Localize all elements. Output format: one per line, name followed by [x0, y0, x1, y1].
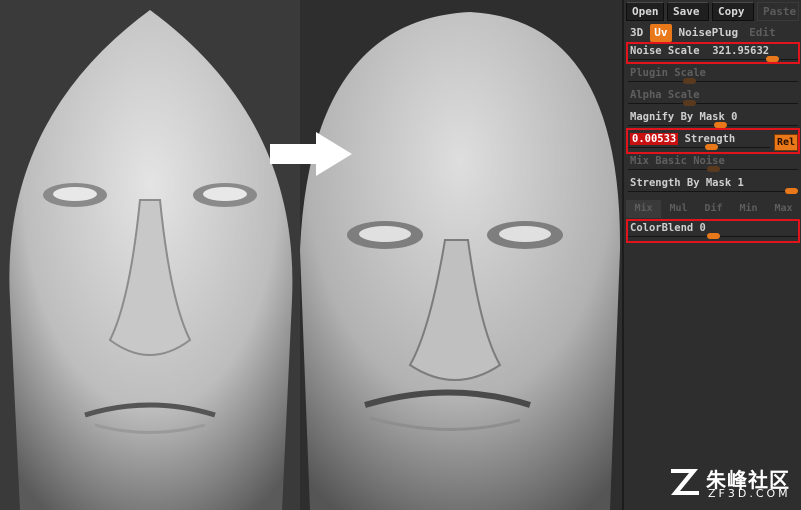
strength-by-mask-label: Strength By Mask 1	[630, 177, 744, 189]
arrow-right-icon	[268, 130, 354, 182]
strength-by-mask-slider[interactable]: Strength By Mask 1	[628, 176, 798, 198]
slider-handle[interactable]	[683, 100, 696, 106]
blend-mode-mix[interactable]: Mix	[626, 200, 661, 218]
strength-value: 0.00533	[630, 133, 679, 145]
slider-handle[interactable]	[707, 166, 720, 172]
blend-mode-min[interactable]: Min	[731, 200, 766, 218]
slider-handle[interactable]	[707, 233, 720, 239]
slider-handle[interactable]	[766, 56, 779, 62]
blend-mode-max[interactable]: Max	[766, 200, 801, 218]
slider-handle[interactable]	[705, 144, 718, 150]
brand-logo-icon	[671, 469, 699, 495]
strength-label: 0.00533 Strength	[630, 133, 736, 145]
strength-slider[interactable]: 0.00533 Strength	[628, 132, 770, 154]
noise-scale-slider[interactable]: Noise Scale 321.95632	[628, 44, 798, 66]
watermark-logo: 朱峰社区 ZF3D.COM	[666, 462, 796, 502]
before-sculpt-render	[0, 0, 300, 510]
alpha-scale-slider[interactable]: Alpha Scale	[628, 88, 798, 110]
blend-mode-dif[interactable]: Dif	[696, 200, 731, 218]
viewport[interactable]	[0, 0, 622, 510]
copy-button[interactable]: Copy	[712, 2, 754, 21]
slider-handle[interactable]	[785, 188, 798, 194]
slider-track	[628, 103, 798, 104]
save-button[interactable]: Save	[667, 2, 709, 21]
blend-mode-mul[interactable]: Mul	[661, 200, 696, 218]
tab-3d[interactable]: 3D	[626, 24, 648, 42]
slider-track	[628, 125, 798, 126]
tab-noiseplug[interactable]: NoisePlug	[674, 24, 743, 42]
blend-mode-row: Mix Mul Dif Min Max	[626, 200, 801, 218]
after-sculpt-render	[300, 0, 622, 510]
plugin-scale-label: Plugin Scale	[630, 67, 706, 79]
plugin-scale-slider[interactable]: Plugin Scale	[628, 66, 798, 88]
noise-settings-panel: Open Save Copy Paste 3D Uv NoisePlug Edi…	[622, 0, 801, 510]
open-button[interactable]: Open	[626, 2, 664, 21]
slider-handle[interactable]	[714, 122, 727, 128]
mix-basic-noise-slider[interactable]: Mix Basic Noise	[628, 154, 798, 176]
color-blend-slider[interactable]: ColorBlend 0	[628, 221, 798, 243]
tab-edit[interactable]: Edit	[745, 24, 780, 42]
tab-uv[interactable]: Uv	[650, 24, 672, 42]
slider-track	[628, 81, 798, 82]
magnify-by-mask-slider[interactable]: Magnify By Mask 0	[628, 110, 798, 132]
slider-track	[628, 147, 770, 148]
color-blend-label: ColorBlend 0	[630, 222, 706, 234]
watermark-domain: ZF3D.COM	[708, 487, 791, 500]
paste-button[interactable]: Paste	[757, 2, 799, 21]
rel-button[interactable]: Rel	[774, 134, 798, 151]
slider-handle[interactable]	[683, 78, 696, 84]
noise-scale-label: Noise Scale 321.95632	[630, 45, 770, 57]
slider-track	[628, 191, 798, 192]
